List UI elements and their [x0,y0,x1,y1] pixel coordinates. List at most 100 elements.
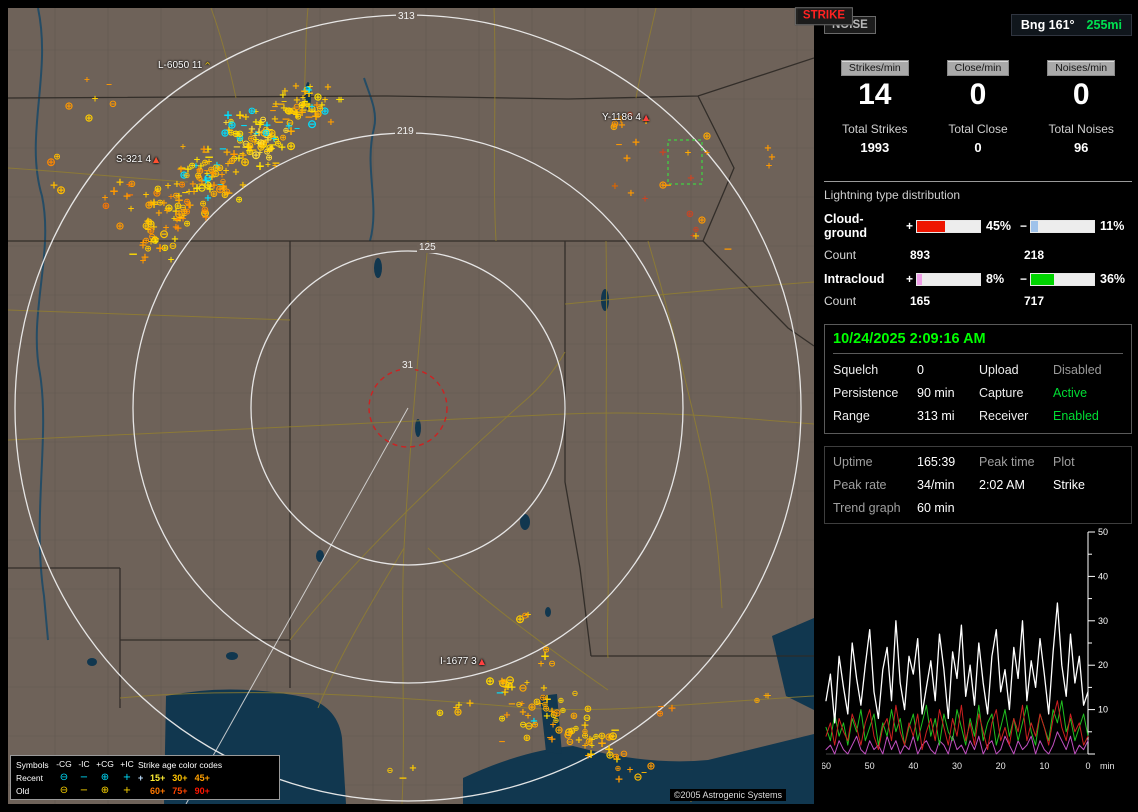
x-axis-label: 40 [908,761,918,771]
legend-col-header: +IC [120,759,134,770]
rate-column: Close/min 0 Total Close 0 [927,60,1029,155]
y-axis-label: 20 [1098,660,1108,670]
station-id: L-6050 11 [158,60,203,71]
y-axis-label: 30 [1098,616,1108,626]
rate-header-chip[interactable]: Close/min [946,60,1010,76]
station-id: S-321 4 [116,154,152,165]
total-value: 0 [974,140,982,155]
legend-symbol-icon: − [79,784,89,796]
age-code: 45+ [194,772,210,783]
age-code: 60+ [150,785,166,796]
map-legend: Symbols -CG -IC +CG +IC Strike age color code… [10,755,280,800]
total-label: Total Close [948,122,1008,136]
perf-cell: Plot [1053,455,1075,469]
total-value: 96 [1073,140,1089,155]
plus-sign: + [906,272,914,286]
station-label: L-6050 11 ^ [158,60,211,71]
positive-count: 893 [910,248,931,262]
rate-value: 0 [969,78,987,111]
bearing-value: Bng 161° [1020,18,1075,32]
positive-bar [916,219,981,233]
range-ring-label: 125 [417,242,438,253]
legend-row: Old ⊖ − ⊕ +60+ 75+ 90+ [16,784,274,797]
panel-topbar: STRIKE NOISE Bng 161° 255mi [794,7,1132,36]
legend-col-header: +CG [96,759,114,770]
lightning-map[interactable]: + + + + + + + + + − ⊖ − + ⊕ + + − + ⊕ + − ⊕ ⊕ + + ⊕ − + + ⊕ ⊖ + + + + + + ⊕ + −… [8,8,814,804]
range-ring-label: 219 [395,126,416,137]
positive-count: 165 [910,294,931,308]
legend-col-header: -IC [78,759,90,770]
perf-cell: 2:02 AM [979,478,1025,492]
x-axis-label: 0 [1085,761,1090,771]
legend-symbol-icon: + [122,784,132,796]
negative-count: 717 [1024,294,1045,308]
rate-header-chip[interactable]: Noises/min [1047,60,1116,76]
total-value: 1993 [860,140,890,155]
perf-cell: Peak time [979,455,1035,469]
legend-header-row: Symbols -CG -IC +CG +IC Strike age color code… [16,758,274,771]
negative-percent: 11% [1100,219,1125,233]
distribution-type-label: Intracloud [824,272,885,286]
distribution-section: Cloud-ground +45% −11% Count 893 218 Intraclou… [822,212,1134,308]
status-cell: 0 [917,363,924,377]
station-id: I-1677 3 [440,656,477,667]
x-axis-label: 50 [865,761,875,771]
total-label: Total Strikes [842,122,908,136]
legend-row: Recent ⊖ − ⊕ + +15+ 30+ 45+ [16,771,274,784]
perf-cell: Strike [1053,478,1085,492]
legend-symbol-icon: − [79,771,89,783]
datetime-display: 10/24/2025 2:09:16 AM [833,331,1123,354]
rate-header-chip[interactable]: Strikes/min [840,60,909,76]
y-axis-label: 10 [1098,705,1108,715]
station-marker-icon: ▲ [478,657,485,666]
minus-sign: − [1020,219,1028,233]
status-cell: Persistence [833,386,899,400]
bearing-range-value: 255mi [1086,18,1122,32]
rate-value: 14 [858,78,892,111]
distribution-row: Intracloud +8% − 36% Count 165 717 [822,272,1134,308]
trend-series-total-strikes [825,602,1089,724]
positive-bar [916,272,981,286]
copyright-notice: ©2005 Astrogenic Systems [669,789,786,801]
x-axis-unit-label: min [1100,761,1115,771]
legend-age-codes: +15+ 30+ 45+ [138,773,274,783]
range-ring-label: 31 [400,360,416,371]
negative-count: 218 [1024,248,1045,262]
bearing-readout: Bng 161° 255mi [1010,14,1132,36]
legend-symbol-icon: ⊖ [59,771,69,783]
station-label: S-321 4 ▲ [116,154,159,165]
alarm-sector [667,139,703,185]
legend-age-title: Strike age color codes [138,759,223,770]
station-id: Y-1186 4 [602,112,641,123]
trend-chart-canvas: 10 20 30 40 50 60 50 40 30 20 10 0 min [821,527,1115,771]
age-code: 75+ [172,785,188,796]
status-cell: Disabled [1053,363,1102,377]
performance-grid: Uptime 165:39 Peak time Plot Peak rate 34/min… [833,455,1123,515]
x-axis-label: 10 [1039,761,1049,771]
positive-percent: 45% [986,219,1012,233]
negative-bar [1030,219,1095,233]
perf-cell: 60 min [917,501,955,515]
rate-value: 0 [1072,78,1090,111]
count-label: Count [824,248,857,262]
river-lines [34,8,376,641]
status-grid: Squelch 0 Upload Disabled Persistence 90 min C… [833,363,1123,423]
status-cell: Range [833,409,870,423]
y-axis-label: 40 [1098,571,1108,581]
positive-percent: 8% [986,272,1005,286]
x-axis-label: 20 [996,761,1006,771]
total-label: Total Noises [1048,122,1114,136]
station-label: Y-1186 4 ▲ [602,112,649,123]
legend-col-header: -CG [56,759,72,770]
rate-column: Strikes/min 14 Total Strikes 1993 [824,60,926,155]
y-axis-label: 50 [1098,528,1108,537]
plus-sign: + [906,219,914,233]
distribution-row: Cloud-ground +45% − 11% Count 893 218 [822,212,1134,262]
status-cell: Active [1053,386,1088,400]
age-code: 90+ [194,785,210,796]
minus-sign: − [1020,272,1028,286]
status-cell: 90 min [917,386,955,400]
station-label: I-1677 3 ▲ [440,656,485,667]
status-cell: Squelch [833,363,879,377]
distribution-title: Lightning type distribution [824,188,961,202]
